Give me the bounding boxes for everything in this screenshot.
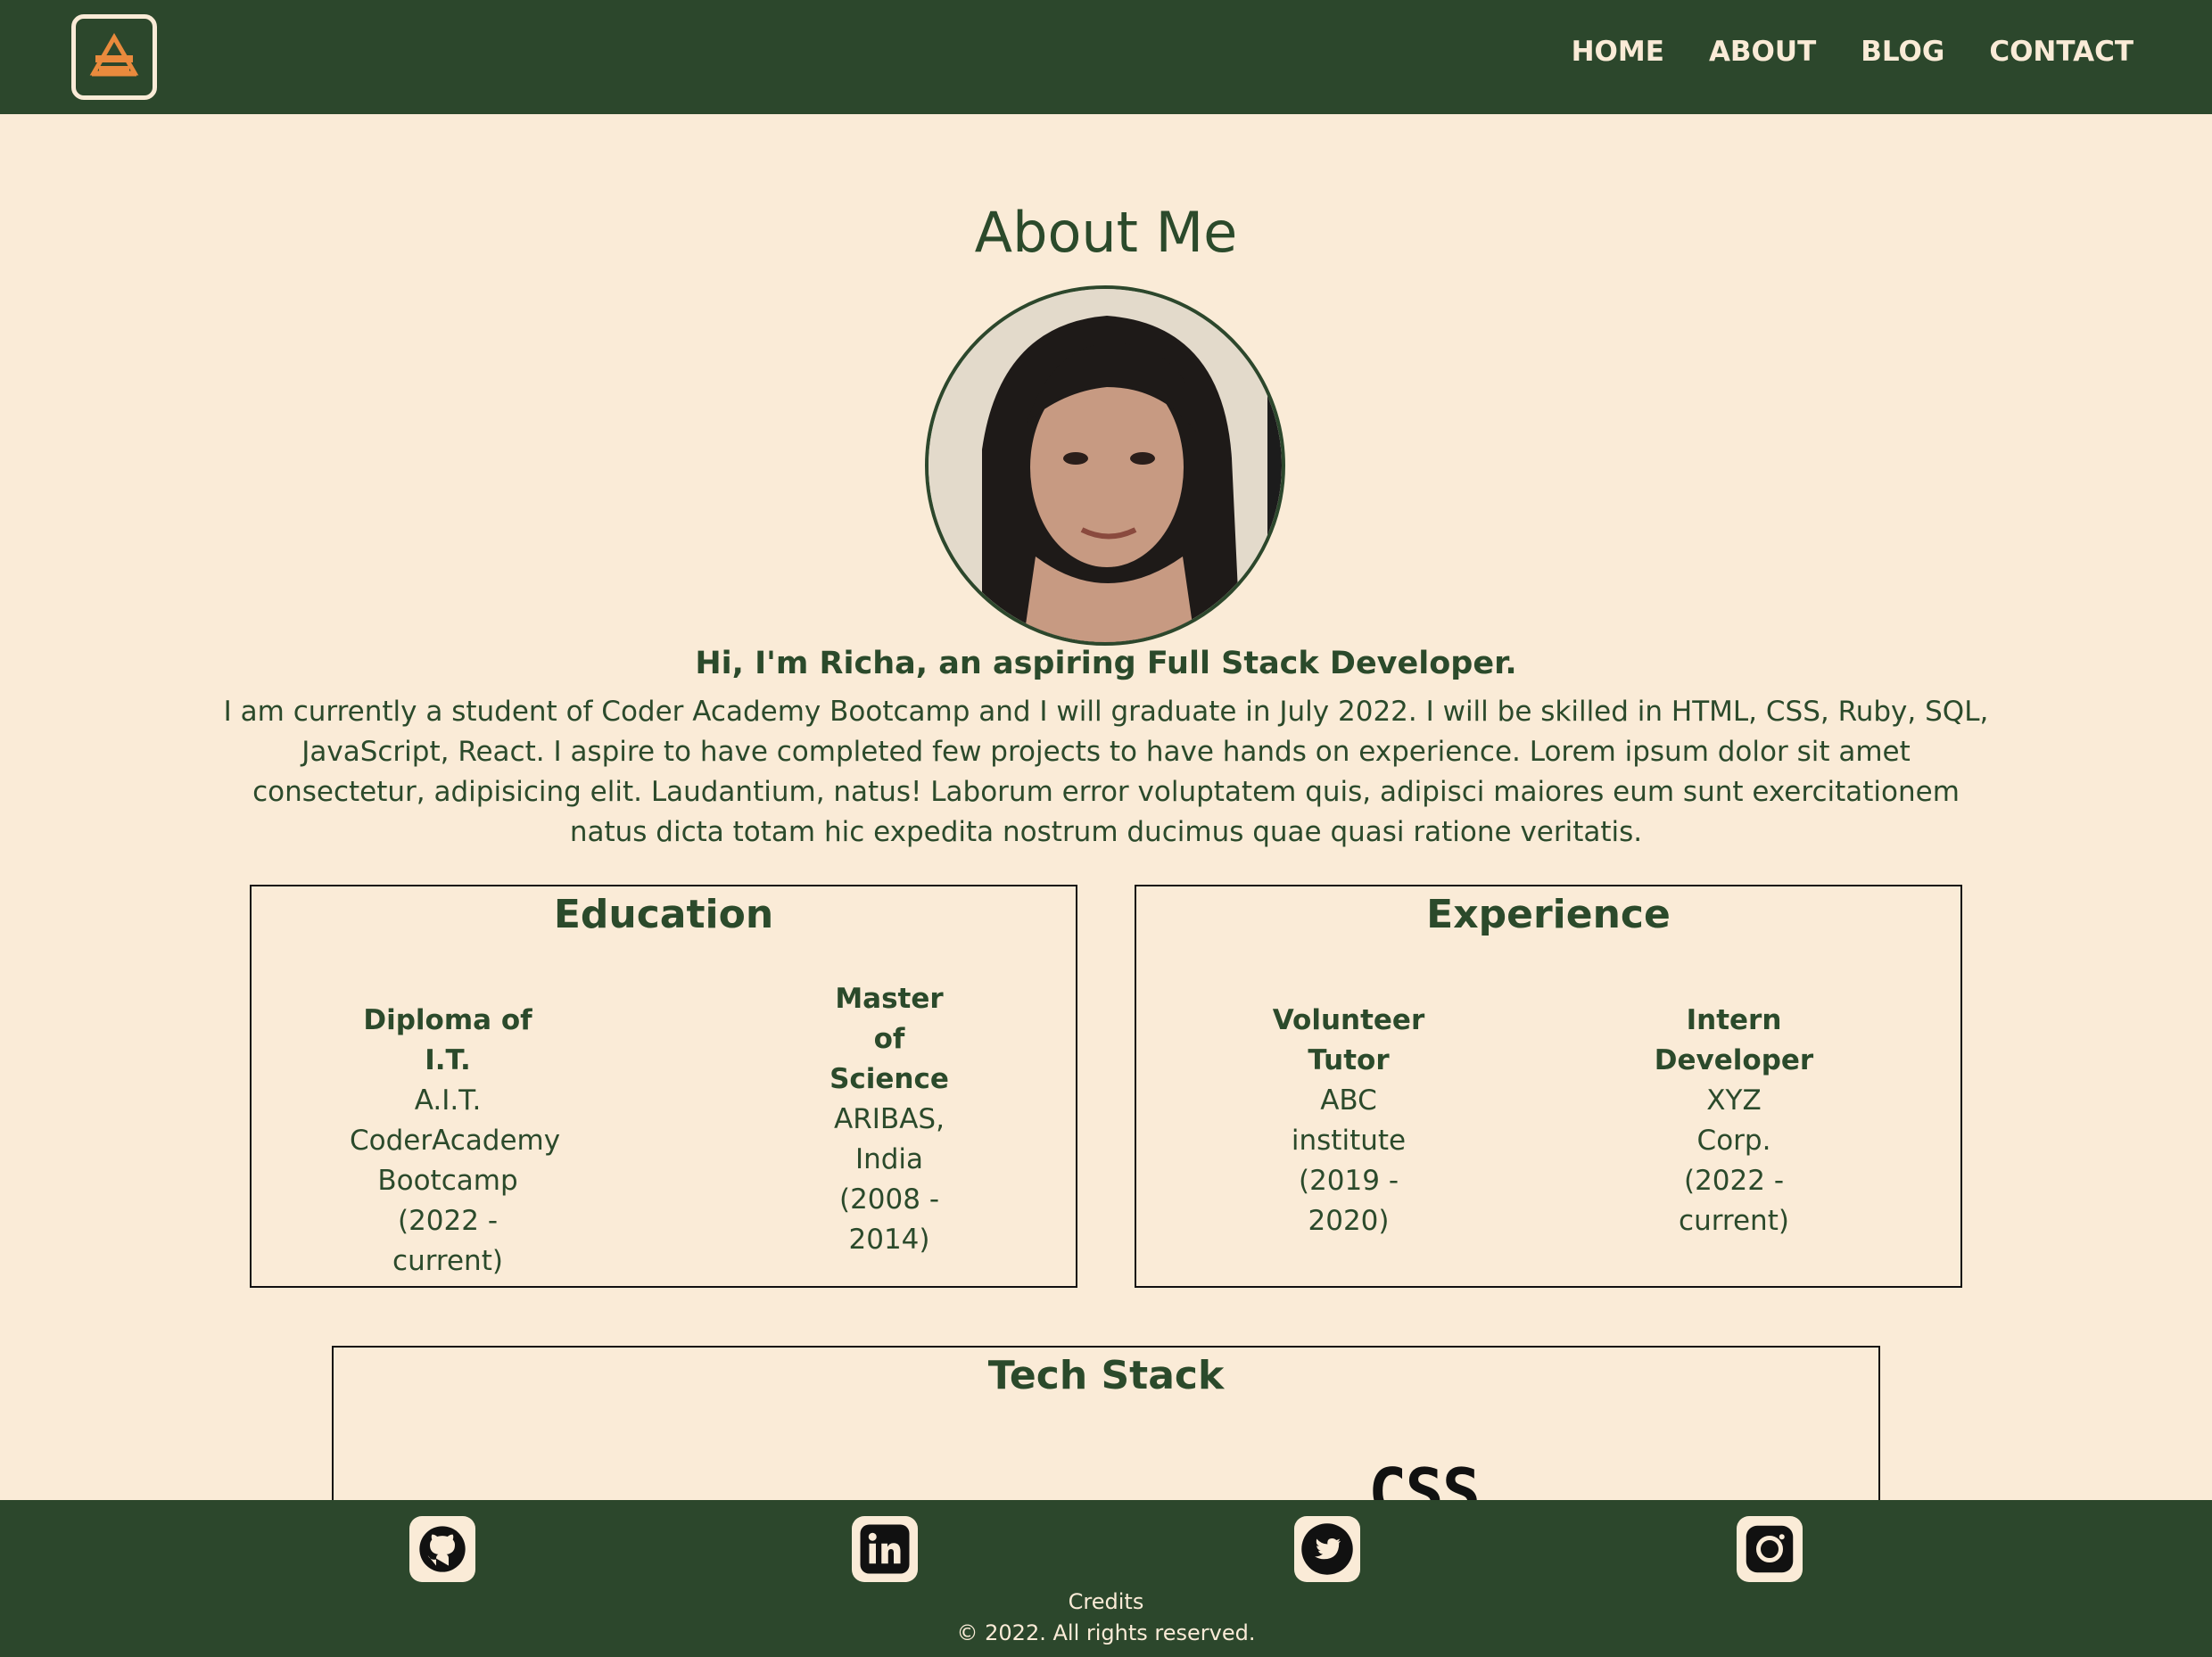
- education-institution: ARIBAS,: [834, 1103, 945, 1135]
- tech-stack-title: Tech Stack: [987, 1353, 1225, 1398]
- profile-photo: [925, 285, 1285, 646]
- nav-home[interactable]: HOME: [1572, 36, 1664, 68]
- education-dates: 2014): [848, 1224, 930, 1256]
- education-dates: (2008 -: [838, 1183, 940, 1216]
- experience-role: Developer: [1654, 1044, 1814, 1076]
- page: HOME ABOUT BLOG CONTACT About Me Hi, I'm…: [0, 0, 2212, 1657]
- education-dates: current): [392, 1245, 503, 1277]
- nav-contact[interactable]: CONTACT: [1989, 36, 2134, 68]
- twitter-link[interactable]: [1294, 1516, 1360, 1582]
- experience-company: Corp.: [1696, 1125, 1771, 1157]
- education-degree: Science: [830, 1063, 949, 1095]
- copyright-text: © 2022. All rights reserved.: [956, 1620, 1256, 1645]
- experience-dates: 2020): [1308, 1205, 1390, 1237]
- linkedin-icon: [860, 1524, 910, 1574]
- education-degree: Master: [835, 983, 944, 1015]
- richa-logo-icon: [89, 32, 139, 77]
- experience-dates: current): [1679, 1205, 1789, 1237]
- github-icon: [419, 1526, 466, 1572]
- nav-about[interactable]: ABOUT: [1709, 36, 1816, 68]
- main-nav: HOME ABOUT BLOG CONTACT: [1572, 36, 2134, 68]
- credits-link[interactable]: Credits: [0, 1589, 2212, 1614]
- education-title: Education: [553, 892, 774, 937]
- education-institution: Bootcamp: [377, 1165, 518, 1197]
- experience-role: Tutor: [1308, 1044, 1390, 1076]
- tech-stack-card: Tech Stack CSS: [332, 1346, 1880, 1529]
- education-degree: of: [873, 1023, 905, 1055]
- instagram-link[interactable]: [1737, 1516, 1803, 1582]
- education-institution: India: [854, 1143, 924, 1175]
- experience-company: ABC: [1320, 1084, 1377, 1117]
- instagram-icon: [1746, 1525, 1794, 1573]
- bio-text: I am currently a student of Coder Academ…: [223, 696, 1989, 848]
- education-degree: Diploma of I.T.: [363, 1004, 532, 1076]
- experience-company: institute: [1291, 1125, 1407, 1157]
- experience-dates: (2019 -: [1298, 1165, 1399, 1197]
- intro-text: Hi, I'm Richa, an aspiring Full Stack De…: [695, 646, 1517, 681]
- experience-role: Volunteer: [1272, 1004, 1425, 1036]
- site-header: HOME ABOUT BLOG CONTACT: [0, 0, 2212, 114]
- education-institution: CoderAcademy: [350, 1125, 561, 1157]
- experience-role: Intern: [1686, 1004, 1782, 1036]
- twitter-icon: [1301, 1523, 1353, 1575]
- experience-card: Experience Volunteer Tutor ABC institute…: [1135, 885, 1962, 1288]
- profile-photo-illustration: [929, 289, 1282, 642]
- site-footer: Credits © 2022. All rights reserved.: [0, 1500, 2212, 1657]
- linkedin-link[interactable]: [852, 1516, 918, 1582]
- nav-blog[interactable]: BLOG: [1861, 36, 1944, 68]
- education-item: Diploma of I.T. A.I.T. CoderAcademy Boot…: [350, 1001, 561, 1282]
- education-dates: (2022 -: [397, 1205, 499, 1237]
- experience-item: Intern Developer XYZ Corp. (2022 - curre…: [1645, 1001, 1823, 1241]
- experience-item: Volunteer Tutor ABC institute (2019 - 20…: [1259, 1001, 1438, 1241]
- education-card: Education Diploma of I.T. A.I.T. CoderAc…: [250, 885, 1077, 1288]
- page-title: About Me: [974, 200, 1238, 265]
- experience-company: XYZ: [1706, 1084, 1762, 1117]
- education-item: Master of Science ARIBAS, India (2008 - …: [791, 979, 987, 1260]
- github-link[interactable]: [409, 1516, 475, 1582]
- education-institution: A.I.T.: [414, 1084, 482, 1117]
- experience-dates: (2022 -: [1683, 1165, 1785, 1197]
- experience-title: Experience: [1426, 892, 1671, 937]
- logo-link[interactable]: [71, 14, 157, 100]
